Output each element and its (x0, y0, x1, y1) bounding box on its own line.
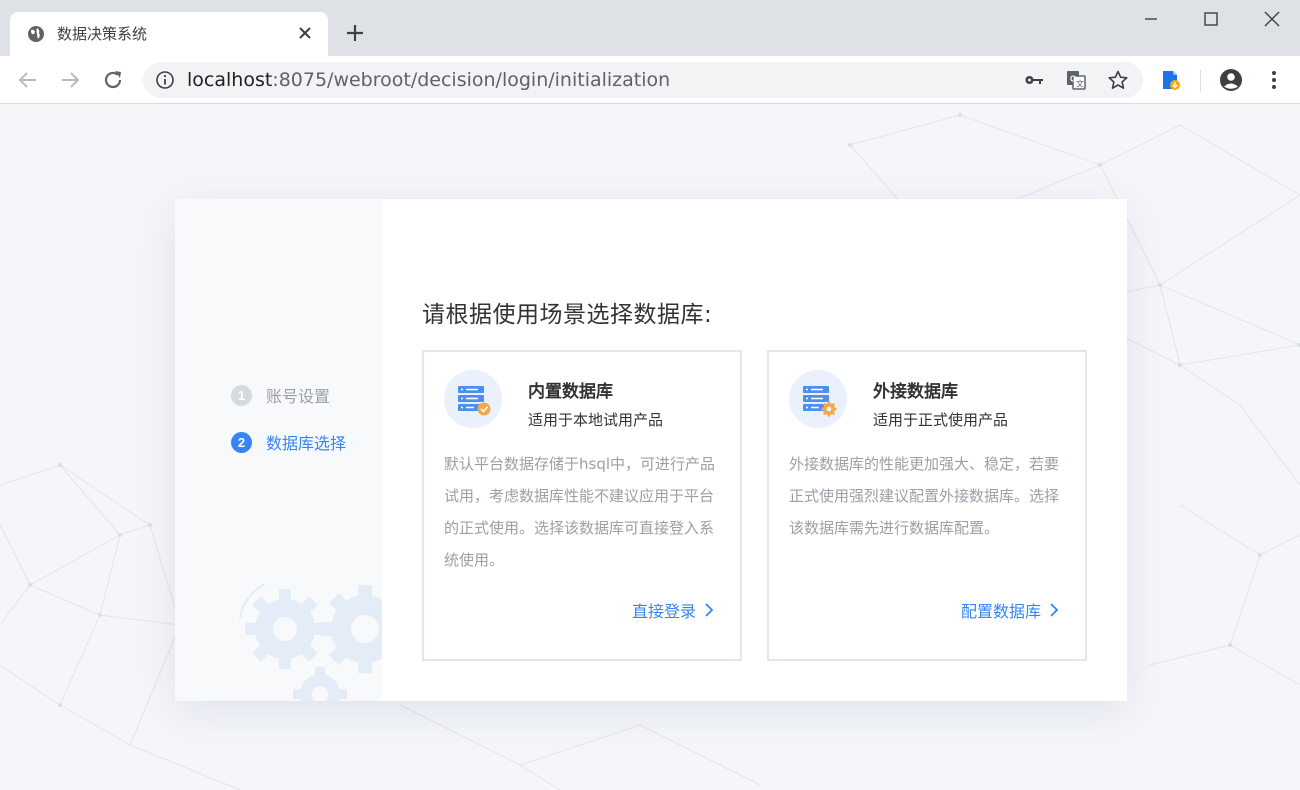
step-account-settings: 1 账号设置 (231, 383, 330, 407)
option-title: 内置数据库 (528, 382, 613, 402)
key-icon[interactable] (1023, 69, 1045, 91)
step-label: 数据库选择 (266, 434, 347, 453)
profile-avatar-icon[interactable] (1219, 68, 1243, 92)
option-subtitle: 适用于正式使用产品 (873, 411, 1009, 429)
browser-toolbar: localhost:8075/webroot/decision/login/in… (0, 56, 1300, 104)
configure-database-link[interactable]: 配置数据库 (961, 598, 1059, 622)
address-bar[interactable]: localhost:8075/webroot/decision/login/in… (143, 62, 1143, 98)
browser-tabstrip: 数据决策系统 (0, 0, 1300, 56)
more-menu-icon[interactable] (1262, 68, 1286, 92)
page-background: 1 账号设置 2 数据库选择 请根据使用场景选择数据库: 内置数据库 适用于本地… (0, 105, 1300, 790)
option-subtitle: 适用于本地试用产品 (528, 411, 664, 429)
minimize-icon[interactable] (1140, 8, 1162, 30)
database-setup-card: 1 账号设置 2 数据库选择 请根据使用场景选择数据库: 内置数据库 适用于本地… (175, 199, 1127, 701)
url-path: :8075/webroot/decision/login/initializat… (272, 69, 671, 91)
option-description: 默认平台数据存储于hsql中，可进行产品试用，考虑数据库性能不建议应用于平台的正… (444, 455, 716, 569)
extension-icon[interactable] (1159, 68, 1183, 92)
page-title: 请根据使用场景选择数据库: (422, 302, 713, 328)
url-host: localhost (187, 69, 273, 91)
toolbar-separator (1200, 70, 1201, 92)
step-database-selection: 2 数据库选择 (231, 430, 346, 454)
action-label: 配置数据库 (960, 602, 1041, 621)
server-check-icon (444, 370, 502, 428)
option-title: 外接数据库 (873, 382, 958, 402)
url-text[interactable]: localhost:8075/webroot/decision/login/in… (187, 69, 670, 91)
step-label: 账号设置 (266, 387, 331, 406)
external-database-option[interactable]: 外接数据库 适用于正式使用产品 外接数据库的性能更加强大、稳定，若要正式使用强烈… (767, 350, 1087, 661)
chevron-right-icon (705, 603, 714, 617)
maximize-icon[interactable] (1200, 8, 1222, 30)
browser-tab[interactable]: 数据决策系统 (10, 12, 328, 56)
forward-arrow-icon[interactable] (58, 68, 82, 92)
steps-sidebar: 1 账号设置 2 数据库选择 (175, 199, 382, 701)
direct-login-link[interactable]: 直接登录 (632, 598, 714, 622)
globe-icon (28, 26, 44, 42)
tab-title: 数据决策系统 (57, 25, 148, 43)
option-description: 外接数据库的性能更加强大、稳定，若要正式使用强烈建议配置外接数据库。选择该数据库… (789, 455, 1060, 537)
info-icon[interactable] (155, 70, 175, 90)
star-bookmark-icon[interactable] (1107, 69, 1129, 91)
window-close-icon[interactable] (1261, 8, 1283, 30)
step-number-badge: 1 (231, 384, 252, 406)
close-icon[interactable] (296, 24, 314, 42)
svg-text:文: 文 (1076, 79, 1084, 89)
step-number-badge: 2 (231, 431, 252, 453)
back-arrow-icon[interactable] (16, 68, 40, 92)
chevron-right-icon (1050, 603, 1059, 617)
action-label: 直接登录 (631, 602, 696, 621)
gears-decoration-icon (239, 583, 382, 701)
translate-icon[interactable]: G 文 (1065, 69, 1087, 91)
builtin-database-option[interactable]: 内置数据库 适用于本地试用产品 默认平台数据存储于hsql中，可进行产品试用，考… (422, 350, 742, 661)
new-tab-plus-icon[interactable] (344, 22, 366, 44)
reload-icon[interactable] (101, 68, 125, 92)
server-gear-icon (789, 370, 847, 428)
